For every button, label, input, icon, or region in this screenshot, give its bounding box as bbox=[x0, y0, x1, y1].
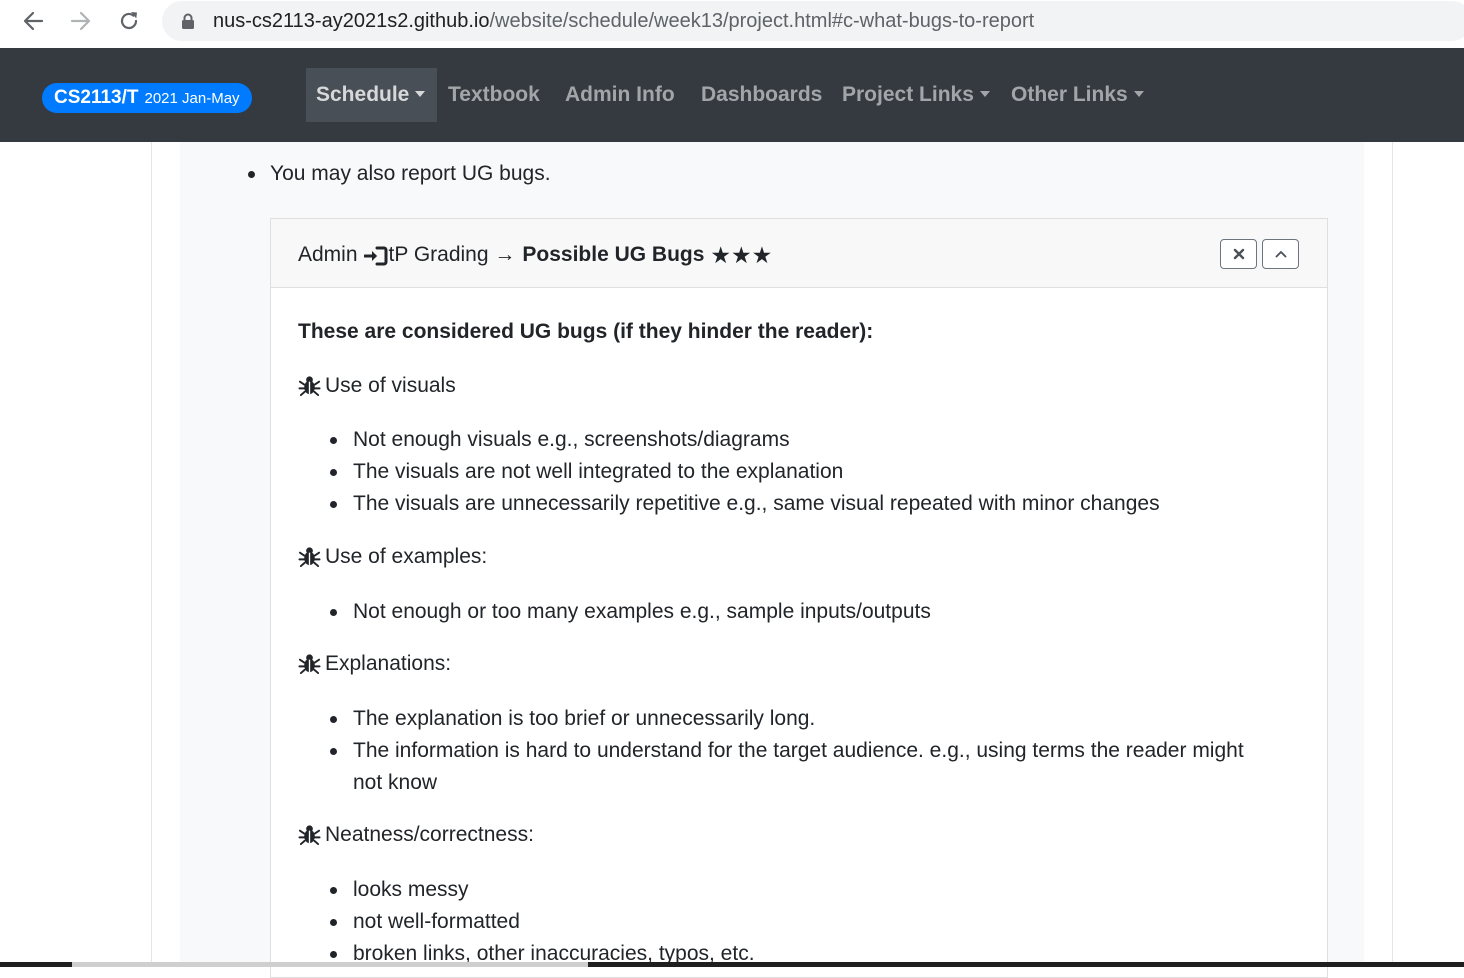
caret-down-icon bbox=[1133, 91, 1144, 97]
list-item: The visuals are unnecessarily repetitive… bbox=[330, 488, 1160, 520]
browser-toolbar: nus-cs2113-ay2021s2.github.io/website/sc… bbox=[0, 0, 1464, 48]
sign-in-icon bbox=[363, 246, 388, 266]
list-item-text: The information is hard to understand fo… bbox=[353, 739, 1244, 762]
list-item-continuation: not know bbox=[353, 767, 437, 799]
bullet-icon bbox=[330, 748, 337, 755]
bullet-icon bbox=[330, 469, 337, 476]
nav-project-links-label: Project Links bbox=[842, 83, 974, 106]
url-path: /website/schedule/week13/project.html#c-… bbox=[489, 10, 1035, 32]
lock-icon bbox=[182, 13, 194, 29]
bug-icon bbox=[298, 653, 321, 674]
intro-text: You may also report UG bugs. bbox=[270, 162, 551, 185]
panel-heading: Possible UG Bugs bbox=[522, 243, 705, 266]
nav-schedule[interactable]: Schedule bbox=[306, 68, 437, 122]
url-host: nus-cs2113-ay2021s2.github.io bbox=[213, 10, 490, 32]
list-item-text: The visuals are unnecessarily repetitive… bbox=[353, 492, 1160, 515]
nav-dashboards[interactable]: Dashboards bbox=[701, 68, 822, 122]
reload-icon bbox=[120, 12, 138, 30]
arrow-left-icon bbox=[23, 11, 44, 31]
list-item-text: The explanation is too brief or unnecess… bbox=[353, 707, 816, 730]
chevron-up-icon bbox=[1275, 251, 1286, 258]
brand-title: CS2113/T bbox=[54, 87, 139, 108]
section-title-text: Use of examples: bbox=[325, 545, 488, 568]
body-heading: These are considered UG bugs (if they hi… bbox=[298, 320, 874, 343]
list-item: The explanation is too brief or unnecess… bbox=[330, 703, 816, 735]
caret-down-icon bbox=[979, 91, 990, 97]
bullet-icon bbox=[330, 919, 337, 926]
section-title-text: Use of visuals bbox=[325, 374, 456, 397]
bullet-icon bbox=[330, 951, 337, 958]
bullet-icon bbox=[330, 437, 337, 444]
nav-project-links[interactable]: Project Links bbox=[842, 68, 990, 122]
site-navbar: CS2113/T 2021 Jan-May Schedule Textbook … bbox=[0, 48, 1464, 142]
nav-schedule-label: Schedule bbox=[316, 83, 410, 106]
list-item: looks messy bbox=[330, 874, 469, 906]
nav-other-links-label: Other Links bbox=[1011, 83, 1128, 106]
breadcrumb-tp-grading: tP Grading → bbox=[388, 243, 516, 266]
bug-icon bbox=[298, 824, 321, 845]
brand-badge[interactable]: CS2113/T 2021 Jan-May bbox=[42, 83, 252, 113]
panel-title: Admin tP Grading → Possible UG Bugs ★★★ bbox=[298, 241, 772, 269]
nav-other-links[interactable]: Other Links bbox=[1011, 68, 1144, 122]
list-item-text: looks messy bbox=[353, 878, 469, 901]
bullet-icon bbox=[248, 171, 255, 178]
section-title: Use of visuals bbox=[298, 372, 456, 400]
list-item: Not enough or too many examples e.g., sa… bbox=[330, 596, 931, 628]
nav-textbook[interactable]: Textbook bbox=[448, 68, 540, 122]
bug-icon bbox=[298, 375, 321, 396]
forward-button[interactable] bbox=[64, 4, 98, 38]
list-item-text: not well-formatted bbox=[353, 910, 520, 933]
right-divider bbox=[1392, 142, 1393, 967]
list-item-text: Not enough or too many examples e.g., sa… bbox=[353, 600, 931, 623]
list-item: The information is hard to understand fo… bbox=[330, 735, 1244, 767]
url-text: nus-cs2113-ay2021s2.github.io/website/sc… bbox=[213, 10, 1034, 32]
nav-admin-info-label: Admin Info bbox=[565, 83, 675, 106]
list-item: You may also report UG bugs. bbox=[248, 160, 551, 188]
panel-header[interactable]: Admin tP Grading → Possible UG Bugs ★★★ bbox=[271, 219, 1327, 288]
bullet-icon bbox=[330, 609, 337, 616]
section-title-text: Explanations: bbox=[325, 652, 452, 675]
bullet-icon bbox=[330, 716, 337, 723]
section-title: Use of examples: bbox=[298, 543, 487, 571]
nav-admin-info[interactable]: Admin Info bbox=[565, 68, 675, 122]
nav-dashboards-label: Dashboards bbox=[701, 83, 823, 106]
bullet-icon bbox=[330, 887, 337, 894]
list-item: Not enough visuals e.g., screenshots/dia… bbox=[330, 424, 790, 456]
brand-subtitle: 2021 Jan-May bbox=[144, 89, 240, 107]
collapse-button[interactable] bbox=[1262, 239, 1299, 269]
list-item-text: not know bbox=[353, 771, 438, 794]
close-button[interactable] bbox=[1220, 239, 1257, 269]
arrow-right-icon bbox=[70, 11, 91, 31]
list-item-text: The visuals are not well integrated to t… bbox=[353, 460, 844, 483]
bug-icon bbox=[298, 546, 321, 567]
nav-textbook-label: Textbook bbox=[448, 83, 540, 106]
star-rating: ★★★ bbox=[710, 242, 773, 268]
list-item: The visuals are not well integrated to t… bbox=[330, 456, 844, 488]
section-title: Neatness/correctness: bbox=[298, 821, 534, 849]
list-item: not well-formatted bbox=[330, 906, 520, 938]
bullet-icon bbox=[330, 501, 337, 508]
address-bar[interactable]: nus-cs2113-ay2021s2.github.io/website/sc… bbox=[162, 1, 1464, 41]
breadcrumb-admin: Admin bbox=[298, 243, 358, 266]
close-icon bbox=[1233, 248, 1244, 260]
section-title: Explanations: bbox=[298, 650, 451, 678]
reload-button[interactable] bbox=[112, 4, 146, 38]
horizontal-scrollbar[interactable] bbox=[72, 962, 588, 967]
back-button[interactable] bbox=[16, 4, 50, 38]
left-divider bbox=[151, 142, 152, 967]
section-title-text: Neatness/correctness: bbox=[325, 823, 534, 846]
ug-bugs-panel: Admin tP Grading → Possible UG Bugs ★★★ … bbox=[270, 218, 1328, 978]
caret-down-icon bbox=[415, 91, 426, 97]
list-item-text: Not enough visuals e.g., screenshots/dia… bbox=[353, 428, 790, 451]
